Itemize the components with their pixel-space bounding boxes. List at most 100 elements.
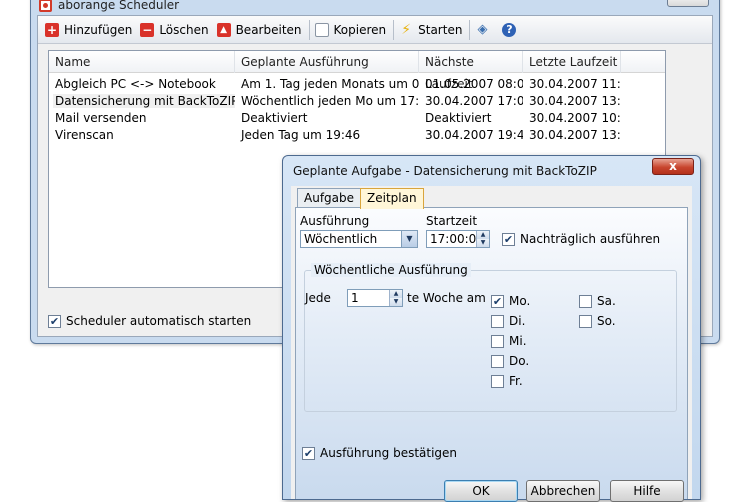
task-name: Mail versenden xyxy=(55,111,147,125)
task-next-run: Deaktiviert xyxy=(425,111,492,125)
add-button[interactable]: + Hinzufügen xyxy=(42,19,137,41)
copy-icon xyxy=(314,22,329,37)
table-row[interactable]: Abgleich PC <-> Notebook Am 1. Tag jeden… xyxy=(49,76,665,93)
weekly-group-title: Wöchentliche Ausführung xyxy=(311,263,471,277)
tuesday-checkbox[interactable] xyxy=(491,314,504,328)
start-button[interactable]: ⚡ Starten xyxy=(396,19,467,41)
copy-button[interactable]: Kopieren xyxy=(312,19,392,41)
task-next-run: 01.05.2007 08:00 xyxy=(425,77,523,91)
delete-label: Löschen xyxy=(159,22,209,37)
tab-aufgabe[interactable]: Aufgabe xyxy=(297,188,362,208)
week-interval-input[interactable]: 1 ▲ ▼ xyxy=(347,289,403,307)
tab-zeitplan[interactable]: Zeitplan xyxy=(360,188,424,209)
main-title-bar[interactable]: aborange Scheduler xyxy=(39,0,711,13)
confirm-checkbox[interactable]: ✔ xyxy=(302,446,315,460)
chevron-down-icon[interactable]: ▼ xyxy=(401,231,417,247)
column-header-schedule[interactable]: Geplante Ausführung xyxy=(235,51,419,73)
dialog-close-button[interactable]: x xyxy=(652,158,694,175)
help-button[interactable]: Hilfe xyxy=(610,480,684,502)
toolbar: + Hinzufügen − Löschen ▲ Bearbeiten Kopi… xyxy=(38,16,712,44)
copy-label: Kopieren xyxy=(333,22,387,37)
app-clock-icon xyxy=(39,0,52,12)
week-interval-spinner[interactable]: ▲ ▼ xyxy=(389,290,402,306)
ok-button[interactable]: OK xyxy=(444,480,518,502)
week-suffix-label: te Woche am xyxy=(407,291,486,305)
task-name: Datensicherung mit BackToZIP xyxy=(49,93,235,110)
day-checkbox-row[interactable]: So. xyxy=(579,314,616,328)
dialog-title: Geplante Aufgabe - Datensicherung mit Ba… xyxy=(293,164,597,178)
table-row[interactable]: Datensicherung mit BackToZIP Wöchentlich… xyxy=(49,93,665,110)
every-label: Jede xyxy=(305,291,331,305)
weekly-group: Wöchentliche Ausführung Jede 1 ▲ ▼ te Wo… xyxy=(304,263,677,412)
task-last-run: 30.04.2007 10:46 xyxy=(529,111,621,125)
table-row[interactable]: Mail versenden Deaktiviert Deaktiviert 3… xyxy=(49,110,665,127)
spin-up-icon[interactable]: ▲ xyxy=(390,290,402,298)
toolbar-separator xyxy=(393,19,395,40)
toolbar-separator xyxy=(469,19,471,40)
cancel-button[interactable]: Abbrechen xyxy=(526,480,600,502)
task-name: Abgleich PC <-> Notebook xyxy=(55,77,216,91)
plus-icon: + xyxy=(45,22,59,37)
start-time-input[interactable]: 17:00:00 ▲ ▼ xyxy=(426,230,490,248)
spin-down-icon[interactable]: ▼ xyxy=(390,298,402,306)
execution-value: Wöchentlich xyxy=(304,232,378,246)
day-checkbox-row[interactable]: Sa. xyxy=(579,294,616,308)
day-label: So. xyxy=(597,314,616,328)
catch-up-checkbox[interactable]: ✔ xyxy=(502,232,515,246)
catch-up-checkbox-row[interactable]: ✔ Nachträglich ausführen xyxy=(502,232,660,246)
day-label: Mo. xyxy=(509,294,531,308)
main-close-button[interactable] xyxy=(667,0,709,7)
monday-checkbox[interactable]: ✔ xyxy=(491,294,504,308)
start-label: Starten xyxy=(418,22,463,37)
navigate-button[interactable]: ◈ xyxy=(472,19,499,41)
saturday-checkbox[interactable] xyxy=(579,294,592,308)
wednesday-checkbox[interactable] xyxy=(491,334,504,348)
day-checkbox-row[interactable]: Do. xyxy=(491,354,529,368)
start-time-label: Startzeit xyxy=(426,214,478,228)
task-last-run: 30.04.2007 13:21 xyxy=(529,94,621,108)
dialog-body: Aufgabe Zeitplan Ausführung Wöchentlich … xyxy=(291,186,692,502)
edit-icon: ▲ xyxy=(216,22,231,37)
help-toolbar-button[interactable]: ? xyxy=(499,19,526,41)
task-last-run: 30.04.2007 11:14 xyxy=(529,77,621,91)
friday-checkbox[interactable] xyxy=(491,374,504,388)
day-checkbox-row[interactable]: Mi. xyxy=(491,334,527,348)
auto-start-checkbox[interactable]: ✔ xyxy=(48,314,61,328)
minus-icon: − xyxy=(140,22,155,37)
edit-button[interactable]: ▲ Bearbeiten xyxy=(214,19,307,41)
add-label: Hinzufügen xyxy=(64,22,133,37)
task-name-text: Datensicherung mit BackToZIP xyxy=(53,94,235,108)
start-time-spinner[interactable]: ▲ ▼ xyxy=(476,231,489,247)
task-schedule: Deaktiviert xyxy=(241,111,308,125)
day-label: Mi. xyxy=(509,334,527,348)
help-icon: ? xyxy=(502,22,517,37)
column-header-last-run[interactable]: Letzte Laufzeit xyxy=(523,51,621,73)
task-next-run: 30.04.2007 17:00 xyxy=(425,94,523,108)
task-last-run: 30.04.2007 13:31 xyxy=(529,128,621,142)
scheduled-task-dialog: Geplante Aufgabe - Datensicherung mit Ba… xyxy=(282,155,701,502)
sunday-checkbox[interactable] xyxy=(579,314,592,328)
spin-up-icon[interactable]: ▲ xyxy=(477,231,489,239)
column-header-next-run[interactable]: Nächste Laufzeit xyxy=(419,51,523,91)
list-header: Name Geplante Ausführung Nächste Laufzei… xyxy=(49,51,665,91)
diamond-arrow-icon: ◈ xyxy=(477,21,488,37)
day-checkbox-row[interactable]: ✔ Mo. xyxy=(491,294,530,308)
day-checkbox-row[interactable]: Fr. xyxy=(491,374,523,388)
week-interval-value: 1 xyxy=(351,291,359,305)
day-label: Do. xyxy=(509,354,530,368)
thursday-checkbox[interactable] xyxy=(491,354,504,368)
spin-down-icon[interactable]: ▼ xyxy=(477,239,489,247)
auto-start-label: Scheduler automatisch starten xyxy=(66,314,252,328)
catch-up-label: Nachträglich ausführen xyxy=(520,232,661,246)
day-checkbox-row[interactable]: Di. xyxy=(491,314,525,328)
delete-button[interactable]: − Löschen xyxy=(137,19,213,41)
confirm-checkbox-row[interactable]: ✔ Ausführung bestätigen xyxy=(302,446,457,460)
column-header-name[interactable]: Name xyxy=(49,51,235,73)
auto-start-checkbox-row[interactable]: ✔ Scheduler automatisch starten xyxy=(48,314,251,328)
execution-label: Ausführung xyxy=(300,214,370,228)
execution-select[interactable]: Wöchentlich ▼ xyxy=(300,230,418,248)
edit-label: Bearbeiten xyxy=(235,22,302,37)
task-schedule: Wöchentlich jeden Mo um 17:00 xyxy=(241,94,419,108)
table-row[interactable]: Virenscan Jeden Tag um 19:46 30.04.2007 … xyxy=(49,127,665,144)
task-name: Virenscan xyxy=(55,128,114,142)
